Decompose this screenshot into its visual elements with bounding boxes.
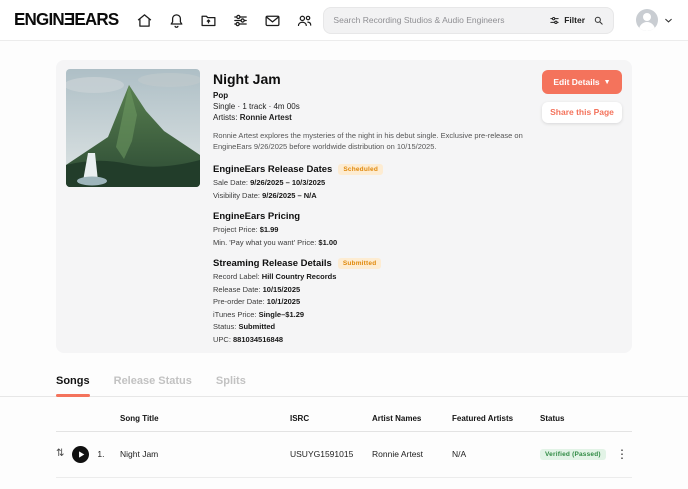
album-artwork bbox=[66, 69, 200, 187]
notifications-icon[interactable] bbox=[168, 12, 185, 29]
release-meta: Single · 1 track · 4m 00s bbox=[213, 102, 300, 111]
pricing-title: EngineEars Pricing bbox=[213, 210, 301, 222]
status-badge: Verified (Passed) bbox=[540, 448, 606, 460]
preorder-date-row: Pre-order Date: 10/1/2025 bbox=[213, 297, 301, 306]
record-label-row: Record Label: Hill Country Records bbox=[213, 272, 337, 281]
artist-names-cell: Ronnie Artest bbox=[372, 449, 424, 459]
section-release-dates: EngineEars Release Dates Scheduled Sale … bbox=[213, 163, 529, 200]
tab-splits[interactable]: Splits bbox=[216, 375, 246, 396]
upc-row: UPC: 881034516848 bbox=[213, 334, 284, 344]
project-price-row: Project Price: $1.99 bbox=[213, 225, 279, 234]
release-actions: Edit Details ▼ Share this Page bbox=[542, 69, 622, 344]
min-price-row: Min. 'Pay what you want' Price: $1.00 bbox=[213, 237, 338, 247]
community-icon[interactable] bbox=[296, 12, 313, 29]
release-description: Ronnie Artest explores the mysteries of … bbox=[213, 131, 523, 152]
songs-table: Song Title ISRC Artist Names Featured Ar… bbox=[56, 397, 632, 478]
release-info: Night Jam Pop Single · 1 track · 4m 00s … bbox=[213, 69, 529, 344]
release-title: Night Jam bbox=[213, 71, 281, 87]
release-summary-card: Night Jam Pop Single · 1 track · 4m 00s … bbox=[56, 60, 632, 353]
page: ENGINƎEARS Fil bbox=[0, 0, 688, 489]
filter-button[interactable]: Filter bbox=[549, 15, 585, 26]
release-dates-title: EngineEars Release Dates bbox=[213, 163, 333, 175]
col-artist-names: Artist Names bbox=[372, 413, 422, 423]
filter-label: Filter bbox=[564, 15, 585, 25]
table-row: ⇅ 1. Night Jam USUYG1591015 Ronnie Artes… bbox=[56, 432, 632, 478]
chevron-down-icon[interactable] bbox=[663, 15, 674, 26]
tab-songs[interactable]: Songs bbox=[56, 375, 90, 397]
release-genre: Pop bbox=[213, 91, 229, 100]
release-date-row: Release Date: 10/15/2025 bbox=[213, 284, 301, 294]
engineears-logo[interactable]: ENGINƎEARS bbox=[14, 10, 119, 31]
itunes-price-row: iTunes Price: Single–$1.29 bbox=[213, 309, 305, 319]
tab-bar: Songs Release Status Splits bbox=[0, 375, 688, 397]
song-title-cell: Night Jam bbox=[120, 449, 159, 459]
status-row: Status: Submitted bbox=[213, 322, 276, 331]
featured-artists-cell: N/A bbox=[452, 449, 467, 459]
artists-value: Ronnie Artest bbox=[239, 113, 292, 122]
caret-down-icon: ▼ bbox=[603, 78, 611, 86]
songs-table-header: Song Title ISRC Artist Names Featured Ar… bbox=[56, 397, 632, 432]
play-button[interactable] bbox=[72, 445, 90, 463]
track-number: 1. bbox=[97, 449, 105, 459]
visibility-date-row: Visibility Date: 9/26/2025 – N/A bbox=[213, 190, 317, 200]
col-featured-artists: Featured Artists bbox=[452, 413, 514, 423]
scheduled-badge: Scheduled bbox=[338, 163, 384, 175]
streaming-title: Streaming Release Details bbox=[213, 257, 332, 269]
projects-folder-icon[interactable] bbox=[200, 12, 217, 29]
col-status: Status bbox=[540, 413, 565, 423]
top-nav: ENGINƎEARS Fil bbox=[0, 0, 688, 41]
avatar[interactable] bbox=[636, 9, 658, 31]
row-menu-kebab-icon[interactable]: ⋮ bbox=[616, 448, 628, 460]
nav-icons bbox=[136, 12, 313, 29]
mixer-icon[interactable] bbox=[232, 12, 249, 29]
search-bar: Filter bbox=[323, 6, 614, 34]
tab-release-status[interactable]: Release Status bbox=[114, 375, 192, 396]
section-pricing: EngineEars Pricing Project Price: $1.99 … bbox=[213, 211, 529, 247]
share-page-button[interactable]: Share this Page bbox=[542, 102, 622, 124]
col-song-title: Song Title bbox=[120, 413, 159, 423]
edit-details-button[interactable]: Edit Details ▼ bbox=[542, 70, 622, 94]
drag-handle-icon[interactable]: ⇅ bbox=[56, 449, 64, 459]
isrc-cell: USUYG1591015 bbox=[290, 449, 354, 459]
artists-label: Artists: bbox=[213, 113, 238, 122]
submitted-badge: Submitted bbox=[337, 257, 382, 269]
col-isrc: ISRC bbox=[290, 413, 310, 423]
search-icon[interactable] bbox=[593, 15, 604, 26]
search-input[interactable] bbox=[333, 15, 542, 25]
mountain-waterfall-image bbox=[66, 69, 200, 187]
home-icon[interactable] bbox=[136, 12, 153, 29]
release-artists: Artists: Ronnie Artest bbox=[213, 113, 529, 122]
account-menu[interactable] bbox=[636, 9, 674, 31]
play-icon bbox=[78, 450, 85, 458]
filter-sliders-icon bbox=[550, 16, 559, 24]
section-streaming: Streaming Release Details Submitted Reco… bbox=[213, 257, 529, 344]
messages-icon[interactable] bbox=[264, 12, 281, 29]
sale-date-row: Sale Date: 9/26/2025 – 10/3/2025 bbox=[213, 178, 326, 187]
